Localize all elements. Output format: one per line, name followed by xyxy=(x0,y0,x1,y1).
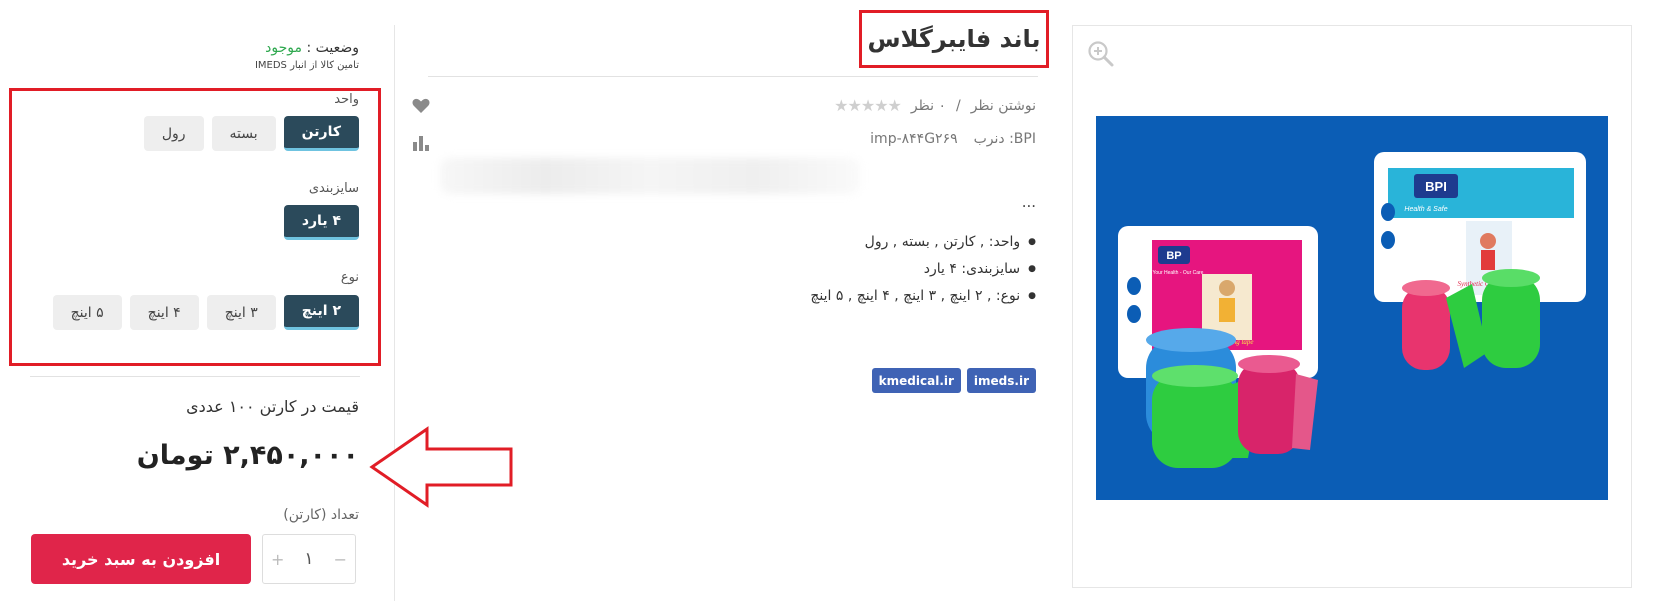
stock-status-value: موجود xyxy=(265,40,302,56)
reviews-count-link[interactable]: ۰ نظر xyxy=(911,98,946,114)
zoom-in-icon[interactable] xyxy=(1087,40,1115,68)
spec-item-type: نوع: , ۲ اینچ , ۳ اینچ , ۴ اینچ , ۵ اینچ xyxy=(810,284,1036,311)
product-image[interactable]: BPI Health & Safe Synthetic Casting tape… xyxy=(1096,116,1608,500)
spec-item-unit: واحد: , کارتن , بسته , رول xyxy=(810,230,1036,257)
stock-status-label: وضعیت : xyxy=(306,40,359,56)
compare-chart-icon[interactable] xyxy=(412,134,430,157)
type-option-5-inch[interactable]: ۵ اینچ xyxy=(52,295,122,330)
supply-note: تامین کالا از انبار IMEDS xyxy=(254,60,359,71)
rating-separator: / xyxy=(955,97,961,114)
quantity-increase-button[interactable]: + xyxy=(271,550,284,569)
size-label: سایزبندی xyxy=(308,181,359,196)
product-title: باند فایبرگلاس xyxy=(867,25,1041,53)
purchase-panel: وضعیت : موجود تامین کالا از انبار IMEDS … xyxy=(0,0,395,601)
unit-option-pack[interactable]: بسته xyxy=(211,116,276,151)
box-back-brand: BPI xyxy=(1425,179,1447,194)
quantity-stepper: + ۱ − xyxy=(262,534,356,584)
column-divider xyxy=(394,25,395,601)
tag-imeds[interactable]: imeds.ir xyxy=(966,368,1036,393)
type-label: نوع xyxy=(340,270,359,285)
spec-item-size: سایزبندی: ۴ یارد xyxy=(810,257,1036,284)
tag-kmedical[interactable]: kmedical.ir xyxy=(871,368,961,393)
product-image-frame: BPI Health & Safe Synthetic Casting tape… xyxy=(1072,25,1632,588)
tag-list: imeds.ir kmedical.ir xyxy=(871,368,1036,393)
divider xyxy=(428,76,1038,77)
spec-list: واحد: , کارتن , بسته , رول سایزبندی: ۴ ی… xyxy=(810,230,1036,311)
quantity-input[interactable]: ۱ xyxy=(304,549,313,569)
type-option-2-inch[interactable]: ۲ اینچ xyxy=(283,295,359,330)
blurred-description xyxy=(440,158,860,194)
size-option-4-yard[interactable]: ۴ یارد xyxy=(283,205,359,240)
add-to-cart-button[interactable]: افزودن به سبد خرید xyxy=(31,534,251,584)
quantity-decrease-button[interactable]: − xyxy=(334,550,347,569)
quantity-label: تعداد (کارتن) xyxy=(283,507,359,523)
price-label: قیمت در کارتن ۱۰۰ عددی xyxy=(186,397,359,416)
type-option-3-inch[interactable]: ۳ اینچ xyxy=(206,295,276,330)
product-sku: imp-۸۴۴G۲۶۹ xyxy=(870,131,958,147)
heart-icon[interactable] xyxy=(412,98,430,119)
annotation-arrow-icon xyxy=(369,426,513,508)
product-box-back: BPI Health & Safe Synthetic Casting tape xyxy=(1374,152,1586,302)
box-front-brand: BP xyxy=(1166,250,1181,262)
unit-option-roll[interactable]: رول xyxy=(143,116,204,151)
brand-row: برند :BPI imp-۸۴۴G۲۶۹ xyxy=(870,131,1036,147)
rating-row: ★★★★★ ۰ نظر / نوشتن نظر xyxy=(834,96,1036,115)
unit-option-carton[interactable]: کارتن xyxy=(283,116,359,151)
title-highlight-box: باند فایبرگلاس xyxy=(859,10,1049,68)
unit-options: کارتن بسته رول xyxy=(143,116,359,151)
write-review-link[interactable]: نوشتن نظر xyxy=(971,98,1036,114)
price-value: ۲,۴۵۰,۰۰۰ تومان xyxy=(136,440,359,471)
stock-status: وضعیت : موجود xyxy=(265,40,359,56)
box-front-subtitle: Your Health - Our Care xyxy=(1153,270,1204,276)
brand-label: برند :BPI xyxy=(973,131,1036,147)
rating-stars-icon[interactable]: ★★★★★ xyxy=(834,96,902,115)
type-option-4-inch[interactable]: ۴ اینچ xyxy=(129,295,199,330)
type-options: ۲ اینچ ۳ اینچ ۴ اینچ ۵ اینچ xyxy=(52,295,359,330)
unit-label: واحد xyxy=(334,92,359,107)
divider xyxy=(30,376,360,377)
description-ellipsis: ... xyxy=(1021,193,1036,211)
box-back-subtitle: Health & Safe xyxy=(1404,206,1447,213)
size-options: ۴ یارد xyxy=(283,205,359,240)
